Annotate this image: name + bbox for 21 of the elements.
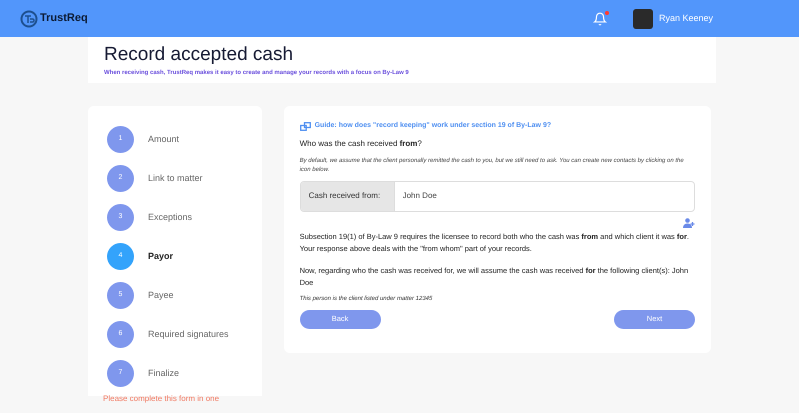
step-label: Link to matter [148, 172, 203, 185]
step-label: Payor [148, 250, 174, 263]
step-label: Payee [148, 288, 174, 302]
name-input[interactable]: John Doe [394, 182, 694, 210]
logo-icon [20, 10, 38, 28]
field-label: Cash received from: [300, 182, 394, 210]
question-text: Who was the cash received from? [300, 138, 423, 150]
step-label: Exceptions [148, 210, 192, 224]
windows-icon [300, 122, 311, 131]
avatar-placeholder [632, 8, 653, 28]
add-person-icon[interactable] [683, 218, 695, 228]
bell-icon [592, 12, 607, 26]
page-title: Record accepted cash [104, 43, 294, 67]
user-name: Ryan Keeney [658, 12, 713, 25]
sidebar-note: Please complete this form in one [103, 393, 220, 405]
step-label: Finalize [148, 366, 180, 380]
step-label: Amount [148, 132, 180, 146]
step-label: Required signatures [148, 328, 229, 341]
payor-field[interactable]: Cash received from: John Doe [300, 180, 695, 212]
notification-button[interactable] [592, 12, 607, 26]
logo-text: TrustReq [40, 11, 88, 26]
